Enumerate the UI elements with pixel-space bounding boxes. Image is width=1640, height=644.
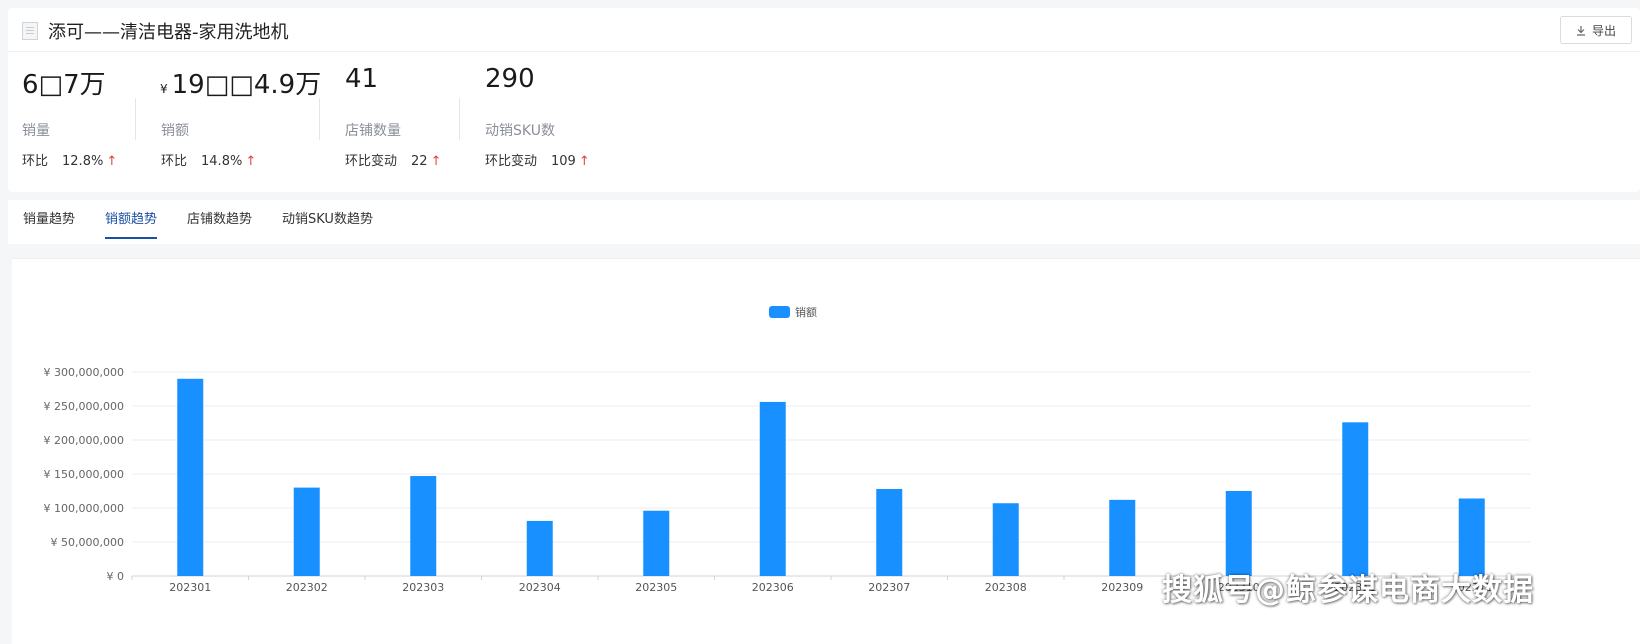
bar [643, 510, 670, 576]
x-tick-label: 202305 [635, 581, 677, 594]
change-label: 环比 [161, 154, 188, 169]
change-label: 环比 [22, 154, 49, 169]
up-arrow-icon: ↑ [106, 154, 118, 169]
x-tick-label: 202302 [286, 581, 328, 594]
trend-tabs: 销量趋势 销额趋势 店铺数趋势 动销SKU数趋势 [8, 200, 1640, 244]
stat-label: 动销SKU数 [485, 123, 555, 139]
change-value: 14.8% [201, 154, 243, 169]
stat-label: 销量 [22, 123, 50, 139]
change-value: 12.8% [62, 154, 104, 169]
change-label: 环比变动 [345, 154, 398, 169]
tab-store-count-trend[interactable]: 店铺数趋势 [187, 208, 252, 237]
stat-change: 环比变动 22 ↑ [345, 150, 441, 169]
legend-label: 销额 [795, 305, 817, 319]
stat-value: 6□7万 [22, 70, 106, 100]
bar [1225, 491, 1252, 576]
x-tick-label: 202306 [752, 581, 794, 594]
title-row: 添可——清洁电器-家用洗地机 导出 [8, 8, 1640, 52]
bar [410, 476, 437, 576]
tab-sales-volume-trend[interactable]: 销量趋势 [23, 208, 75, 237]
change-value: 109 [551, 154, 576, 169]
change-value: 22 [411, 154, 428, 169]
x-tick-label: 202301 [169, 581, 211, 594]
divider [319, 98, 320, 140]
x-tick-label: 202307 [868, 581, 910, 594]
export-label: 导出 [1591, 23, 1616, 38]
bar [876, 488, 903, 576]
bar [1342, 422, 1369, 576]
tab-sku-count-trend[interactable]: 动销SKU数趋势 [282, 208, 373, 237]
stat-value-number: 19□□4.9万 [171, 70, 322, 100]
currency-symbol: ¥ [160, 82, 168, 96]
watermark: 搜狐号@鲸参谋电商大数据 [1162, 573, 1534, 608]
bar [1109, 499, 1136, 576]
page-title: 添可——清洁电器-家用洗地机 [48, 22, 289, 43]
download-icon [1576, 25, 1586, 36]
bar [177, 378, 204, 576]
summary-card: 添可——清洁电器-家用洗地机 导出 6□7万 销量 环比 12.8% ↑ ¥19□□… [8, 8, 1640, 192]
bar [759, 401, 786, 576]
y-tick-label: ¥ 150,000,000 [44, 468, 124, 481]
stat-change: 环比变动 109 ↑ [485, 150, 590, 169]
y-tick-label: ¥ 200,000,000 [44, 434, 124, 447]
stat-label: 店铺数量 [345, 123, 401, 139]
tab-sales-amount-trend[interactable]: 销额趋势 [105, 208, 158, 239]
y-tick-label: ¥ 250,000,000 [44, 400, 124, 413]
up-arrow-icon: ↑ [430, 154, 442, 169]
x-tick-label: 202304 [519, 581, 561, 594]
stat-change: 环比 12.8% ↑ [22, 150, 117, 169]
y-tick-label: ¥ 100,000,000 [44, 502, 124, 515]
y-tick-label: ¥ 50,000,000 [51, 536, 124, 549]
bar [526, 520, 553, 576]
y-tick-label: ¥ 300,000,000 [44, 366, 124, 379]
bar [293, 487, 320, 576]
divider [135, 98, 136, 140]
stat-value: 290 [485, 64, 535, 94]
x-tick-label: 202309 [1101, 581, 1143, 594]
x-tick-label: 202303 [402, 581, 444, 594]
divider [459, 98, 460, 140]
stat-value: 41 [345, 64, 379, 94]
up-arrow-icon: ↑ [245, 154, 257, 169]
stat-value: ¥19□□4.9万 [160, 64, 321, 101]
change-label: 环比变动 [485, 154, 538, 169]
y-tick-label: ¥ 0 [107, 570, 125, 583]
up-arrow-icon: ↑ [578, 154, 590, 169]
legend-swatch [769, 306, 790, 318]
export-button[interactable]: 导出 [1560, 16, 1632, 44]
stat-label: 销额 [161, 123, 189, 139]
bar [992, 503, 1019, 576]
x-tick-label: 202308 [985, 581, 1027, 594]
document-icon [22, 22, 38, 40]
stat-change: 环比 14.8% ↑ [161, 150, 256, 169]
